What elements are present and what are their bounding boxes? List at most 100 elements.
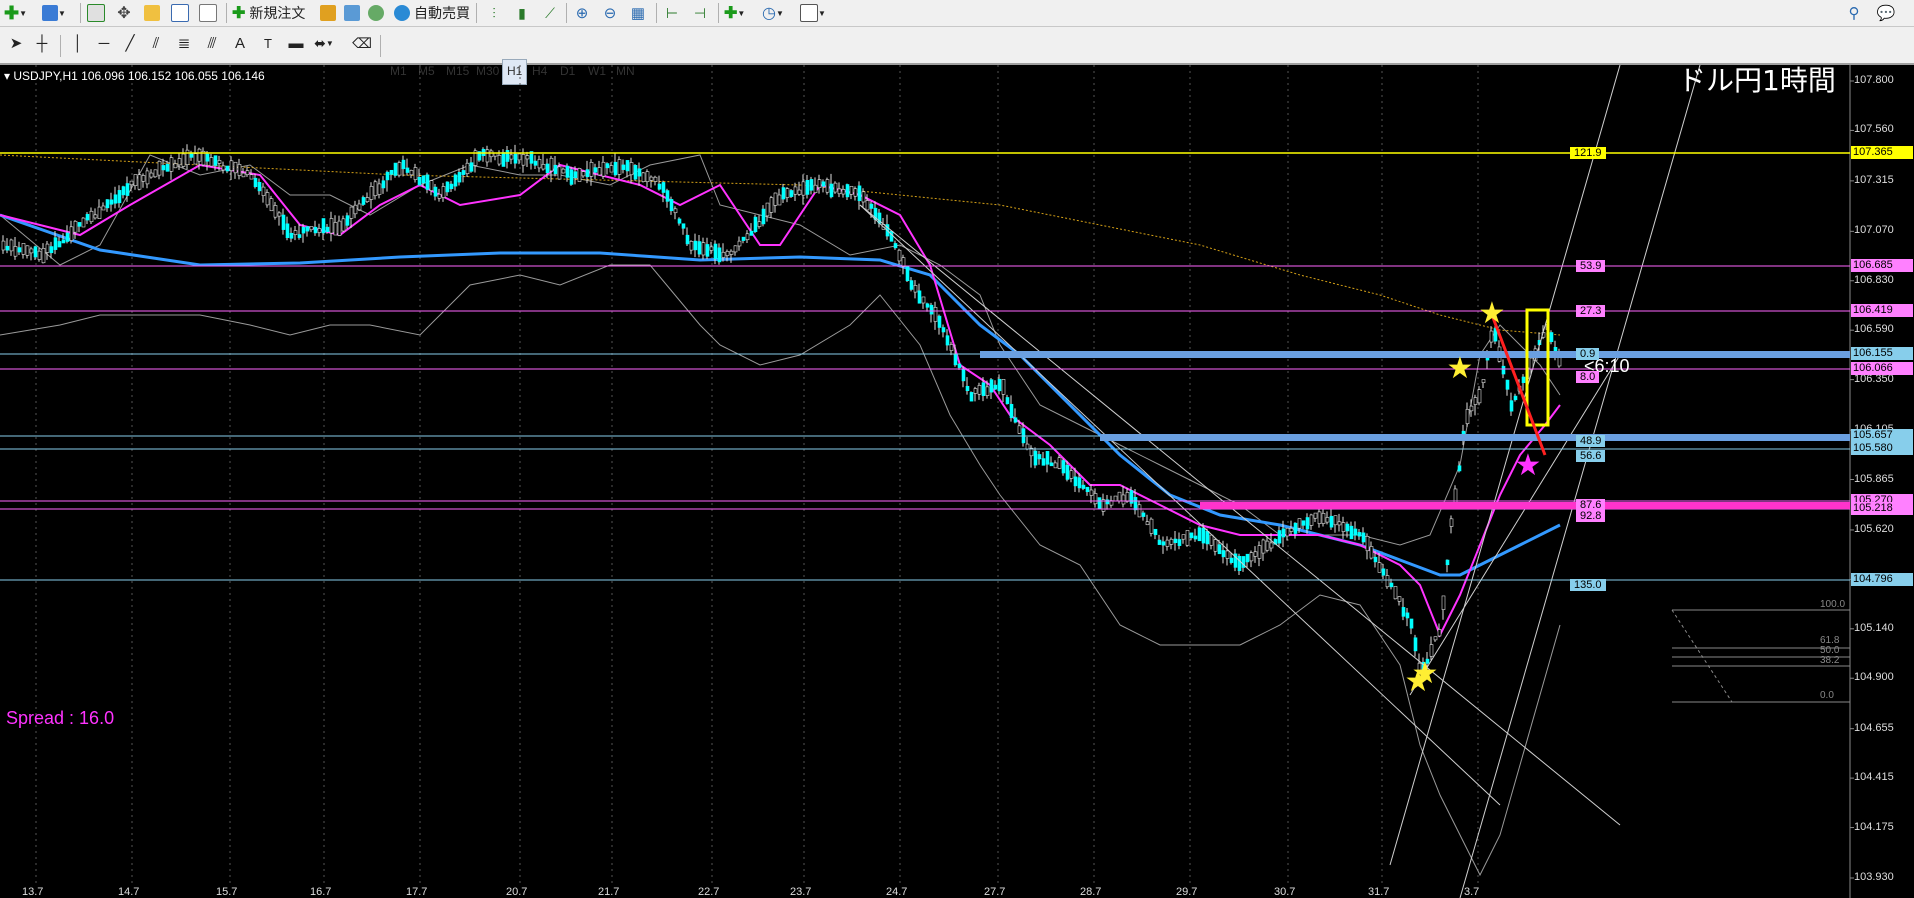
periods-clock-icon[interactable]: ◷ ▼	[762, 3, 784, 23]
price-axis-label: 105.865	[1854, 472, 1894, 485]
date-axis-label: 22.7	[698, 886, 720, 898]
chat-icon[interactable]: 💬	[1876, 3, 1896, 23]
ma-magenta	[0, 163, 1561, 638]
bollinger-upper-band	[0, 154, 1561, 546]
price-tag[interactable]: 107.365	[1851, 146, 1913, 159]
date-axis-label: 31.7	[1368, 886, 1390, 898]
zoom-in-icon[interactable]: ⊕	[572, 3, 592, 23]
autoscroll-icon[interactable]: ⊣	[690, 3, 710, 23]
zoom-out-icon[interactable]: ⊖	[600, 3, 620, 23]
price-axis-label: 106.830	[1854, 273, 1894, 286]
price-axis-label: 107.800	[1854, 74, 1894, 86]
arrow-shapes-icon[interactable]: ⬌ ▼	[314, 33, 334, 53]
date-axis-label: 13.7	[22, 886, 44, 898]
date-axis-label: 16.7	[310, 886, 332, 898]
date-axis-label: 28.7	[1080, 886, 1102, 898]
indicators-icon[interactable]: ✚ ▼	[724, 3, 745, 23]
pips-label: 135.0	[1570, 579, 1606, 591]
new-chart-icon[interactable]: ✚ ▼	[4, 3, 27, 23]
equidistant-channel-icon[interactable]: ⫽	[146, 33, 166, 53]
rectangle-icon[interactable]: ▬	[286, 33, 306, 53]
auto-trading-button[interactable]: 自動売買	[394, 3, 470, 23]
pips-label: 48.9	[1576, 435, 1606, 447]
magenta-band[interactable]	[1200, 502, 1850, 509]
support-band[interactable]	[1100, 434, 1850, 441]
search-icon[interactable]: ⚲	[1844, 3, 1864, 23]
fib-level-label: 100.0	[1820, 599, 1846, 610]
new-order-label: 新規注文	[249, 6, 306, 22]
horizontal-line-icon[interactable]: ─	[94, 33, 114, 53]
candlestick-icon[interactable]: ▮	[512, 3, 532, 23]
pips-label: 0.9	[1576, 348, 1600, 360]
line-chart-icon[interactable]: ⟋	[540, 3, 560, 23]
date-axis-label: 29.7	[1176, 886, 1198, 898]
spread-label: Spread : 16.0	[6, 708, 115, 728]
strategy-tester-icon[interactable]	[198, 3, 218, 23]
bar-chart-icon[interactable]: ⫶	[484, 3, 504, 23]
text-label-icon[interactable]: T	[258, 33, 278, 53]
star-icon: ★	[1412, 657, 1439, 690]
cursor-icon[interactable]: ➤	[6, 33, 26, 53]
symbol-info: ▾ USDJPY,H1 106.096 106.152 106.055 106.…	[4, 69, 265, 83]
resistance-band[interactable]	[980, 351, 1850, 358]
signals-icon[interactable]	[342, 3, 362, 23]
price-axis-label: 107.070	[1854, 224, 1894, 237]
terminal-icon[interactable]	[170, 3, 190, 23]
date-axis-label: 21.7	[598, 886, 620, 898]
fib-level-label: 0.0	[1820, 690, 1834, 701]
pips-label: 56.6	[1576, 450, 1606, 462]
date-axis-label: 27.7	[984, 886, 1006, 898]
fibonacci-fan-icon[interactable]: ⫻	[202, 33, 222, 53]
fib-level-label: 38.2	[1820, 655, 1840, 666]
date-axis-label: 15.7	[216, 886, 238, 898]
market-icon[interactable]	[366, 3, 386, 23]
pips-label: 8.0	[1576, 371, 1600, 383]
price-axis-label: 105.620	[1854, 522, 1894, 535]
crosshair-icon[interactable]: ┼	[32, 33, 52, 53]
date-axis-label: 3.7	[1464, 886, 1480, 898]
trend-lines	[859, 65, 1701, 898]
date-axis-label: 17.7	[406, 886, 428, 898]
price-axis-label: 104.175	[1854, 820, 1894, 833]
candlesticks	[1, 144, 1562, 683]
navigator-icon[interactable]: ✥	[114, 3, 134, 23]
price-tag[interactable]: 106.155	[1851, 347, 1913, 360]
price-tag[interactable]: 106.419	[1851, 304, 1913, 317]
price-axis-label: 104.655	[1854, 721, 1894, 734]
chart-canvas[interactable]: ★ ★ ★ ★ ★	[0, 65, 1914, 898]
symbol-info-text: USDJPY,H1 106.096 106.152 106.055 106.14…	[13, 69, 265, 83]
horizontal-levels	[0, 152, 1850, 581]
tile-windows-icon[interactable]: ▦	[628, 3, 648, 23]
chart-title-overlay: ドル円1時間	[1678, 64, 1836, 97]
price-tag[interactable]: 106.685	[1851, 259, 1913, 272]
text-icon[interactable]: A	[230, 33, 250, 53]
chart-shift-icon[interactable]: ⊢	[662, 3, 682, 23]
date-axis-label: 20.7	[506, 886, 528, 898]
fibonacci-icon[interactable]: ≣	[174, 33, 194, 53]
star-icon: ★	[1479, 297, 1506, 330]
new-order-button[interactable]: ✚ 新規注文	[232, 3, 305, 23]
price-tag[interactable]: 105.218	[1851, 502, 1913, 515]
trendline-icon[interactable]: ╱	[120, 33, 140, 53]
price-axis-label: 107.315	[1854, 173, 1894, 186]
folder-icon[interactable]	[142, 3, 162, 23]
auto-trading-label: 自動売買	[414, 6, 470, 22]
pips-label: 92.8	[1576, 510, 1606, 522]
erase-objects-icon[interactable]: ⌫	[352, 33, 372, 53]
price-axis-label: 104.900	[1854, 671, 1894, 684]
star-icon: ★	[1447, 352, 1474, 385]
price-tag[interactable]: 106.066	[1851, 362, 1913, 375]
price-tag[interactable]: 105.580	[1851, 442, 1913, 455]
price-chart[interactable]: ★ ★ ★ ★ ★ ▾ USDJPY,H1 106.096 106.152 10…	[0, 64, 1914, 898]
vertical-line-icon[interactable]: │	[68, 33, 88, 53]
pips-label: 53.9	[1576, 260, 1606, 272]
market-watch-icon[interactable]	[86, 3, 106, 23]
price-axis-label: 107.560	[1854, 123, 1894, 136]
price-tag[interactable]: 104.796	[1851, 573, 1913, 586]
profiles-icon[interactable]: ▼	[42, 3, 66, 23]
price-axis-label: 104.415	[1854, 771, 1894, 784]
metaeditor-icon[interactable]	[318, 3, 338, 23]
main-toolbar: ✚ ▼ ▼ ✥ ✚ 新規注文 自動売買 ⫶ ▮ ⟋ ⊕ ⊖ ▦ ⊢ ⊣ ✚ ▼ ◷ ▼ …	[0, 0, 1914, 27]
price-tag[interactable]: 105.657	[1851, 429, 1913, 442]
templates-icon[interactable]: ▼	[800, 3, 826, 23]
